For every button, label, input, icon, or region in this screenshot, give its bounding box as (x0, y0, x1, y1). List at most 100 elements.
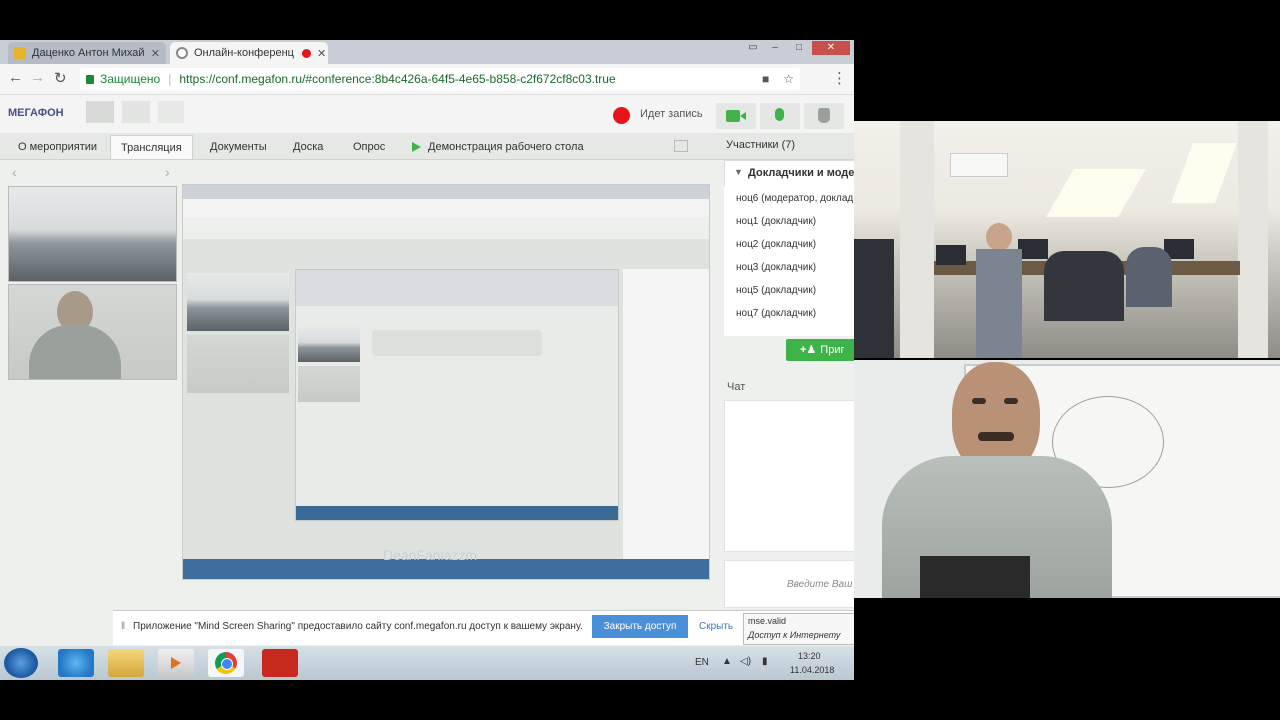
windows-taskbar: EN ▲ ◁) ▮ 13:20 11.04.2018 (0, 646, 854, 680)
raise-hand-button[interactable] (804, 103, 844, 129)
url-text: https://conf.megafon.ru/#conference:8b4c… (179, 72, 616, 86)
collapse-icon[interactable]: ▼ (734, 167, 743, 177)
browser-tab-1-title: Даценко Антон Михай (32, 47, 145, 59)
menu-icon[interactable]: ⋮ (832, 69, 847, 87)
browser-tab-1[interactable]: Даценко Антон Михай ✕ (8, 42, 166, 64)
seated-person (1126, 247, 1172, 307)
tab-broadcast[interactable]: Трансляция (110, 135, 193, 159)
screen-share-view: Даценко Антон Михай ✕ Онлайн-конференц ✕… (0, 40, 854, 680)
address-bar: ← → ↻ Защищено | https://conf.megafon.ru… (0, 64, 854, 95)
tab-desktop-demo[interactable]: Демонстрация рабочего стола (398, 135, 594, 159)
monitor (936, 245, 966, 265)
video-thumb-room[interactable] (8, 186, 177, 282)
fullscreen-icon[interactable] (674, 140, 688, 152)
tab-about[interactable]: О мероприятии (8, 135, 107, 159)
layout-grid-icon[interactable] (86, 101, 114, 123)
tab-close-icon[interactable]: ✕ (311, 47, 326, 60)
participants-title: Участники (7) (726, 139, 796, 151)
monitor (1018, 239, 1048, 259)
file-explorer-icon[interactable] (108, 649, 144, 677)
ceiling-light (1046, 169, 1146, 217)
tab-poll[interactable]: Опрос (343, 135, 395, 159)
internet-explorer-icon[interactable] (58, 649, 94, 677)
play-icon (412, 142, 421, 152)
classroom-camera-feed (854, 121, 1280, 358)
chat-title: Чат (727, 381, 746, 393)
network-name: mse.valid (748, 616, 787, 626)
browser-tab-2[interactable]: Онлайн-конференц ✕ (170, 42, 328, 64)
minimize-icon[interactable]: – (764, 41, 786, 55)
hide-button[interactable]: Скрыть (699, 621, 733, 632)
record-label: Идет запись (640, 108, 703, 120)
invite-label: Приг (820, 344, 845, 356)
speaker-camera-feed (854, 360, 1280, 598)
seated-people (1044, 251, 1124, 321)
ceiling-light (1171, 143, 1237, 203)
stop-sharing-button[interactable]: Закрыть доступ (592, 615, 688, 638)
user-icon[interactable]: ▭ (742, 41, 764, 55)
add-user-icon: +♟ (800, 344, 817, 356)
drag-handle-icon[interactable]: ‖ (121, 621, 125, 632)
person-head (986, 223, 1012, 251)
microphone-icon (775, 108, 784, 121)
participant-item[interactable]: ноц2 (докладчик) (736, 239, 816, 250)
network-tooltip: mse.valid Доступ к Интернету (743, 613, 854, 645)
forward-icon[interactable]: → (30, 69, 45, 86)
back-icon[interactable]: ← (8, 69, 23, 86)
tab-favicon-icon (14, 47, 26, 59)
tray-arrow-icon[interactable]: ▲ (722, 656, 732, 667)
browser-tab-2-title: Онлайн-конференц (194, 47, 294, 59)
tab-close-icon[interactable]: ✕ (145, 47, 160, 60)
clock-date[interactable]: 11.04.2018 (790, 665, 834, 675)
screen-share-notification: ‖ Приложение "Mind Screen Sharing" предо… (113, 610, 854, 645)
person-standing (976, 249, 1022, 358)
bookmark-star-icon[interactable]: ☆ (783, 72, 794, 86)
network-status: Доступ к Интернету (748, 630, 841, 640)
recording-dot-icon (301, 48, 311, 58)
media-player-icon[interactable] (158, 649, 194, 677)
chat-messages (724, 400, 854, 552)
chrome-icon[interactable] (208, 649, 244, 677)
microphone-toggle[interactable] (760, 103, 800, 129)
reload-icon[interactable]: ↻ (54, 69, 67, 87)
nested-desktop-capture: DeanFaniazzm (182, 184, 710, 580)
participant-item[interactable]: ноц1 (докладчик) (736, 216, 816, 227)
next-arrow-icon[interactable]: › (165, 164, 170, 180)
foreground-person (854, 239, 894, 358)
url-field[interactable]: Защищено | https://conf.megafon.ru/#conf… (80, 68, 800, 90)
participant-item[interactable]: ноц3 (докладчик) (736, 262, 816, 273)
participant-item[interactable]: ноц7 (докладчик) (736, 308, 816, 319)
participant-item[interactable]: ноц6 (модератор, доклад (736, 193, 853, 204)
air-conditioner (950, 153, 1008, 177)
notification-text: Приложение "Mind Screen Sharing" предост… (133, 621, 583, 632)
camera-icon (726, 110, 740, 122)
language-indicator[interactable]: EN (695, 657, 709, 668)
start-button-icon[interactable] (4, 648, 38, 678)
video-thumb-speaker[interactable] (8, 284, 177, 380)
prev-arrow-icon[interactable]: ‹ (12, 164, 17, 180)
camera-toggle[interactable] (716, 103, 756, 129)
camera-permission-icon[interactable]: ■ (762, 72, 769, 86)
record-icon (613, 107, 630, 124)
watermark: DeanFaniazzm (383, 547, 478, 563)
volume-icon[interactable]: ◁) (740, 656, 751, 667)
tab-board[interactable]: Доска (283, 135, 333, 159)
window-close-icon[interactable]: ✕ (812, 41, 850, 55)
acrobat-reader-icon[interactable] (262, 649, 298, 677)
layout-list-icon[interactable] (122, 101, 150, 123)
chat-placeholder: Введите Ваш (787, 579, 853, 590)
participant-item[interactable]: ноц5 (докладчик) (736, 285, 816, 296)
tab-documents[interactable]: Документы (200, 135, 277, 159)
megafon-logo: МЕГАФОН (8, 107, 64, 119)
lock-icon (86, 74, 94, 84)
layout-single-icon[interactable] (158, 101, 184, 123)
tab-favicon-icon (176, 47, 188, 59)
chat-input[interactable]: Введите Ваш (724, 560, 854, 608)
moustache (978, 432, 1014, 441)
network-icon[interactable]: ▮ (762, 656, 768, 667)
maximize-icon[interactable]: □ (788, 41, 810, 55)
speaker-dark-shirt (920, 556, 1030, 598)
invite-button[interactable]: +♟ Приг (786, 339, 854, 361)
clock-time[interactable]: 13:20 (798, 651, 821, 661)
tab-desktop-demo-label: Демонстрация рабочего стола (428, 141, 584, 153)
